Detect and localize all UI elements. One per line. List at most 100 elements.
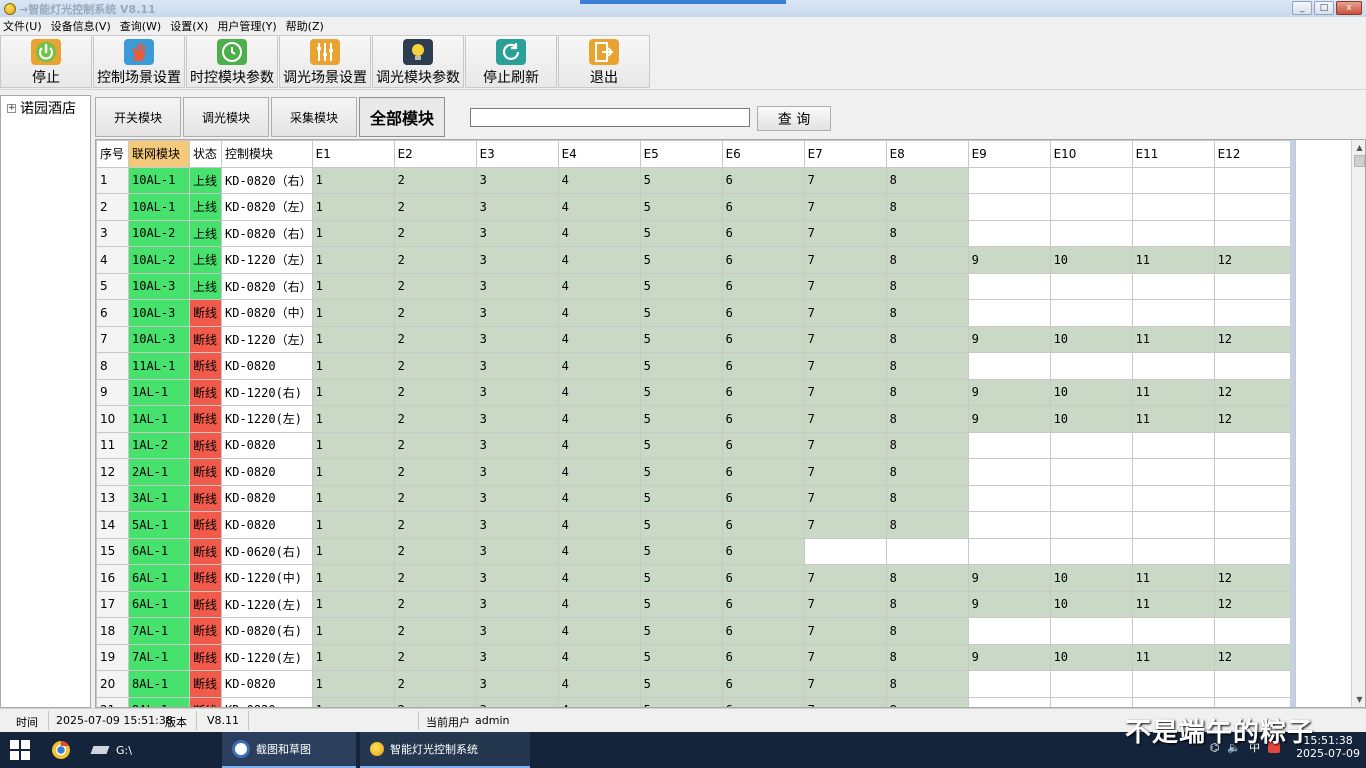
table-row[interactable]: 2 10AL-1 上线 KD-0820（左） 1 2 3 4 5 6 7 8 (96, 193, 1297, 221)
row-number-cell[interactable]: 10 (96, 405, 129, 433)
channel-cell-empty[interactable] (967, 193, 1051, 221)
minimize-button[interactable]: _ (1292, 1, 1312, 15)
column-header[interactable]: E10 (1049, 140, 1133, 168)
column-header[interactable]: E8 (885, 140, 969, 168)
channel-cell[interactable]: 12 (1213, 378, 1297, 406)
network-module-cell[interactable]: 2AL-1 (128, 458, 190, 486)
row-number-cell[interactable]: 16 (96, 564, 129, 592)
channel-cell[interactable]: 3 (475, 246, 559, 274)
control-module-cell[interactable]: KD-0820 (221, 484, 313, 512)
channel-cell[interactable]: 7 (803, 219, 887, 247)
channel-cell[interactable]: 5 (639, 511, 723, 539)
channel-cell[interactable]: 2 (393, 193, 477, 221)
channel-cell[interactable]: 12 (1213, 564, 1297, 592)
channel-cell[interactable]: 12 (1213, 246, 1297, 274)
tab-all-modules[interactable]: 全部模块 (359, 97, 445, 137)
channel-cell[interactable]: 11 (1131, 405, 1215, 433)
channel-cell[interactable]: 4 (557, 564, 641, 592)
channel-cell[interactable]: 4 (557, 696, 641, 707)
status-cell[interactable]: 断线 (189, 431, 222, 459)
channel-cell[interactable]: 3 (475, 378, 559, 406)
control-module-cell[interactable]: KD-1220(中) (221, 564, 313, 592)
channel-cell-empty[interactable] (967, 431, 1051, 459)
channel-cell[interactable]: 2 (393, 458, 477, 486)
search-input[interactable] (470, 108, 750, 127)
channel-cell-empty[interactable] (1131, 299, 1215, 327)
channel-cell[interactable]: 4 (557, 537, 641, 565)
channel-cell[interactable]: 1 (311, 325, 395, 353)
column-header[interactable]: 联网模块 (128, 140, 190, 168)
taskbar-app-explorer[interactable]: G:\ (90, 732, 212, 768)
channel-cell[interactable]: 6 (721, 564, 805, 592)
channel-cell[interactable]: 8 (885, 272, 969, 300)
table-row[interactable]: 5 10AL-3 上线 KD-0820（右） 1 2 3 4 5 6 7 8 (96, 272, 1297, 300)
channel-cell[interactable]: 8 (885, 564, 969, 592)
control-module-cell[interactable]: KD-0820（右） (221, 219, 313, 247)
channel-cell[interactable]: 4 (557, 511, 641, 539)
status-cell[interactable]: 断线 (189, 458, 222, 486)
network-module-cell[interactable]: 1AL-1 (128, 405, 190, 433)
status-cell[interactable]: 断线 (189, 696, 222, 707)
channel-cell[interactable]: 2 (393, 617, 477, 645)
row-number-cell[interactable]: 1 (96, 166, 129, 194)
channel-cell[interactable]: 1 (311, 299, 395, 327)
channel-cell[interactable]: 6 (721, 458, 805, 486)
channel-cell-empty[interactable] (1213, 617, 1297, 645)
channel-cell[interactable]: 1 (311, 670, 395, 698)
table-row[interactable]: 7 10AL-3 断线 KD-1220（左） 1 2 3 4 5 6 7 8 9 10 11 12 (96, 325, 1297, 353)
channel-cell[interactable]: 12 (1213, 405, 1297, 433)
channel-cell[interactable]: 6 (721, 431, 805, 459)
channel-cell[interactable]: 10 (1049, 564, 1133, 592)
channel-cell[interactable]: 6 (721, 590, 805, 618)
status-cell[interactable]: 断线 (189, 617, 222, 645)
channel-cell[interactable]: 9 (967, 325, 1051, 353)
control-module-cell[interactable]: KD-0820（中） (221, 299, 313, 327)
table-row[interactable]: 13 3AL-1 断线 KD-0820 1 2 3 4 5 6 7 8 (96, 484, 1297, 512)
network-module-cell[interactable]: 10AL-3 (128, 325, 190, 353)
channel-cell[interactable]: 1 (311, 352, 395, 380)
channel-cell[interactable]: 4 (557, 405, 641, 433)
channel-cell[interactable]: 4 (557, 299, 641, 327)
channel-cell[interactable]: 6 (721, 352, 805, 380)
channel-cell[interactable]: 4 (557, 378, 641, 406)
network-module-cell[interactable]: 11AL-1 (128, 352, 190, 380)
control-module-cell[interactable]: KD-1220(左) (221, 405, 313, 433)
channel-cell[interactable]: 8 (885, 643, 969, 671)
column-header[interactable]: 控制模块 (221, 140, 313, 168)
channel-cell-empty[interactable] (1049, 458, 1133, 486)
column-header[interactable]: 状态 (189, 140, 222, 168)
channel-cell[interactable]: 2 (393, 166, 477, 194)
channel-cell-empty[interactable] (967, 537, 1051, 565)
channel-cell[interactable]: 6 (721, 325, 805, 353)
channel-cell[interactable]: 5 (639, 219, 723, 247)
channel-cell[interactable]: 3 (475, 272, 559, 300)
channel-cell[interactable]: 6 (721, 511, 805, 539)
channel-cell[interactable]: 8 (885, 431, 969, 459)
channel-cell[interactable]: 4 (557, 484, 641, 512)
close-button[interactable]: x (1336, 1, 1362, 15)
channel-cell[interactable]: 2 (393, 246, 477, 274)
table-row[interactable]: 19 7AL-1 断线 KD-1220(左) 1 2 3 4 5 6 7 8 9 10 11 12 (96, 643, 1297, 671)
channel-cell[interactable]: 1 (311, 431, 395, 459)
channel-cell-empty[interactable] (1213, 166, 1297, 194)
network-module-cell[interactable]: 10AL-3 (128, 272, 190, 300)
channel-cell[interactable]: 1 (311, 458, 395, 486)
channel-cell[interactable]: 4 (557, 272, 641, 300)
channel-cell[interactable]: 2 (393, 670, 477, 698)
channel-cell-empty[interactable] (967, 696, 1051, 707)
channel-cell[interactable]: 9 (967, 564, 1051, 592)
menu-device-info[interactable]: 设备信息(V) (51, 18, 111, 34)
channel-cell[interactable]: 11 (1131, 590, 1215, 618)
network-module-cell[interactable]: 7AL-1 (128, 617, 190, 645)
control-module-cell[interactable]: KD-0820(右) (221, 617, 313, 645)
channel-cell[interactable]: 8 (885, 166, 969, 194)
channel-cell[interactable]: 3 (475, 299, 559, 327)
channel-cell[interactable]: 6 (721, 272, 805, 300)
channel-cell-empty[interactable] (1131, 272, 1215, 300)
channel-cell[interactable]: 8 (885, 617, 969, 645)
channel-cell[interactable]: 2 (393, 643, 477, 671)
status-cell[interactable]: 断线 (189, 590, 222, 618)
network-module-cell[interactable]: 1AL-1 (128, 378, 190, 406)
status-cell[interactable]: 断线 (189, 378, 222, 406)
channel-cell[interactable]: 6 (721, 193, 805, 221)
